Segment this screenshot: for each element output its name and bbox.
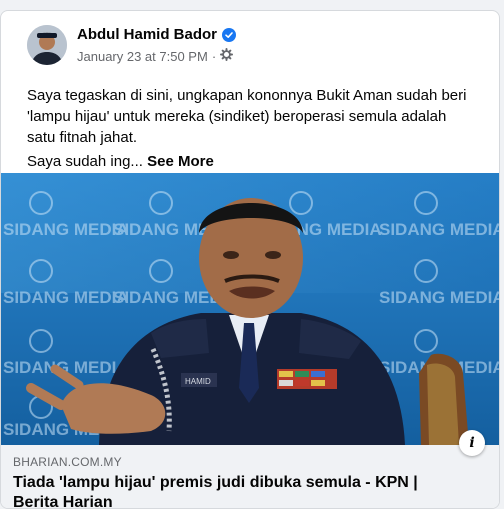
name-tag: HAMID — [185, 377, 211, 386]
see-more-link[interactable]: See More — [147, 153, 214, 170]
backdrop-text: SIDANG MEDIA — [3, 220, 129, 239]
post-header: Abdul Hamid Bador January 23 at 7:50 PM … — [1, 11, 499, 77]
author-name: Abdul Hamid Bador — [77, 26, 218, 43]
post-timestamp[interactable]: January 23 at 7:50 PM — [77, 49, 208, 64]
meta-separator: · — [211, 48, 217, 64]
link-preview-bar[interactable]: BHARIAN.COM.MY Tiada 'lampu hijau' premi… — [1, 445, 499, 508]
truncated-text: Saya sudah ing... — [27, 153, 143, 170]
post-card: Abdul Hamid Bador January 23 at 7:50 PM … — [0, 10, 500, 509]
backdrop-text: SIDANG MEDIA — [379, 220, 499, 239]
post-meta: January 23 at 7:50 PM · — [77, 48, 234, 64]
link-domain: BHARIAN.COM.MY — [13, 455, 122, 469]
author-name-link[interactable]: Abdul Hamid Bador — [77, 26, 237, 43]
privacy-gear-icon[interactable] — [220, 48, 234, 64]
info-icon[interactable]: i — [459, 430, 485, 456]
link-preview-image[interactable]: SIDANG MEDIA SIDANG MEDIA SIDANG MEDIA S… — [1, 173, 499, 445]
author-avatar[interactable] — [27, 25, 67, 65]
backdrop-text: SIDANG MEDIA — [379, 288, 499, 307]
link-headline[interactable]: Tiada 'lampu hijau' premis judi dibuka s… — [13, 473, 433, 508]
post-text-truncated: Saya sudah ing... See More — [27, 151, 214, 172]
post-text: Saya tegaskan di sini, ungkapan kononnya… — [27, 87, 467, 146]
verified-badge-icon — [222, 27, 237, 42]
info-icon-glyph: i — [469, 435, 475, 451]
backdrop-text: SIDANG MEDIA — [3, 288, 129, 307]
